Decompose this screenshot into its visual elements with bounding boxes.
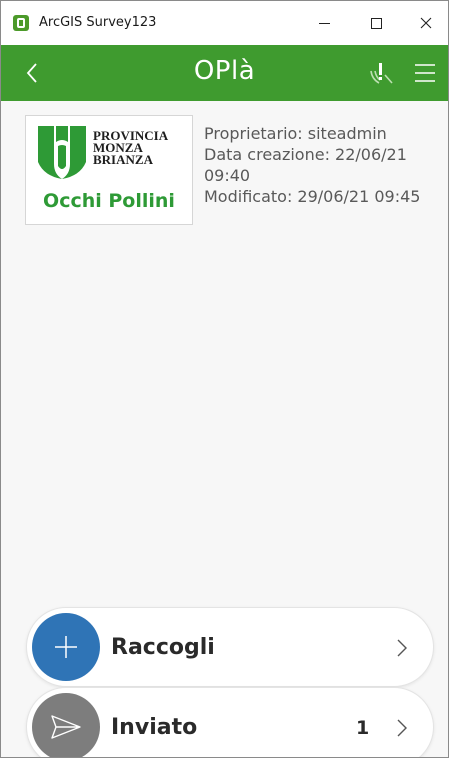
survey-thumbnail: PROVINCIA MONZA BRIANZA Occhi Pollini <box>25 115 193 225</box>
collect-circle <box>32 613 100 681</box>
send-icon <box>51 715 81 739</box>
owner-text: Proprietario: siteadmin <box>204 124 387 143</box>
survey-metadata: Proprietario: siteadmin Data creazione: … <box>204 123 444 207</box>
window-titlebar[interactable]: ArcGIS Survey123 <box>1 1 448 45</box>
logo-line: BRIANZA <box>93 152 153 167</box>
modified-date-text: Modificato: 29/06/21 09:45 <box>204 187 421 206</box>
plus-icon <box>55 636 77 658</box>
minimize-button[interactable] <box>304 11 344 35</box>
provincia-logo-text: PROVINCIA MONZA BRIANZA <box>93 129 168 167</box>
sent-circle <box>32 693 100 757</box>
brand-name: Occhi Pollini <box>43 190 175 212</box>
maximize-icon <box>370 17 382 29</box>
gps-warning-icon <box>370 63 393 84</box>
chevron-right-icon <box>397 639 407 657</box>
gps-status-button[interactable] <box>366 59 394 87</box>
survey123-app-icon <box>13 15 29 31</box>
sent-button[interactable]: Inviato 1 <box>26 687 434 757</box>
sent-count: 1 <box>356 717 370 739</box>
menu-button[interactable] <box>413 61 437 85</box>
provincia-shield-logo <box>38 126 86 179</box>
sent-label: Inviato <box>111 715 198 740</box>
chevron-right-icon <box>397 719 407 737</box>
app-header: OPlà <box>1 45 448 101</box>
collect-button[interactable]: Raccogli <box>26 607 434 687</box>
collect-label: Raccogli <box>111 635 215 660</box>
window-title: ArcGIS Survey123 <box>39 15 157 30</box>
app-window: ArcGIS Survey123 OPlà PROVINCIA MONZA BR… <box>0 0 449 758</box>
created-date-text: Data creazione: 22/06/21 09:40 <box>204 145 407 185</box>
minimize-icon <box>318 22 330 24</box>
close-button[interactable] <box>406 11 446 35</box>
maximize-button[interactable] <box>356 11 396 35</box>
close-icon <box>420 17 432 29</box>
hamburger-menu-icon <box>415 64 435 82</box>
